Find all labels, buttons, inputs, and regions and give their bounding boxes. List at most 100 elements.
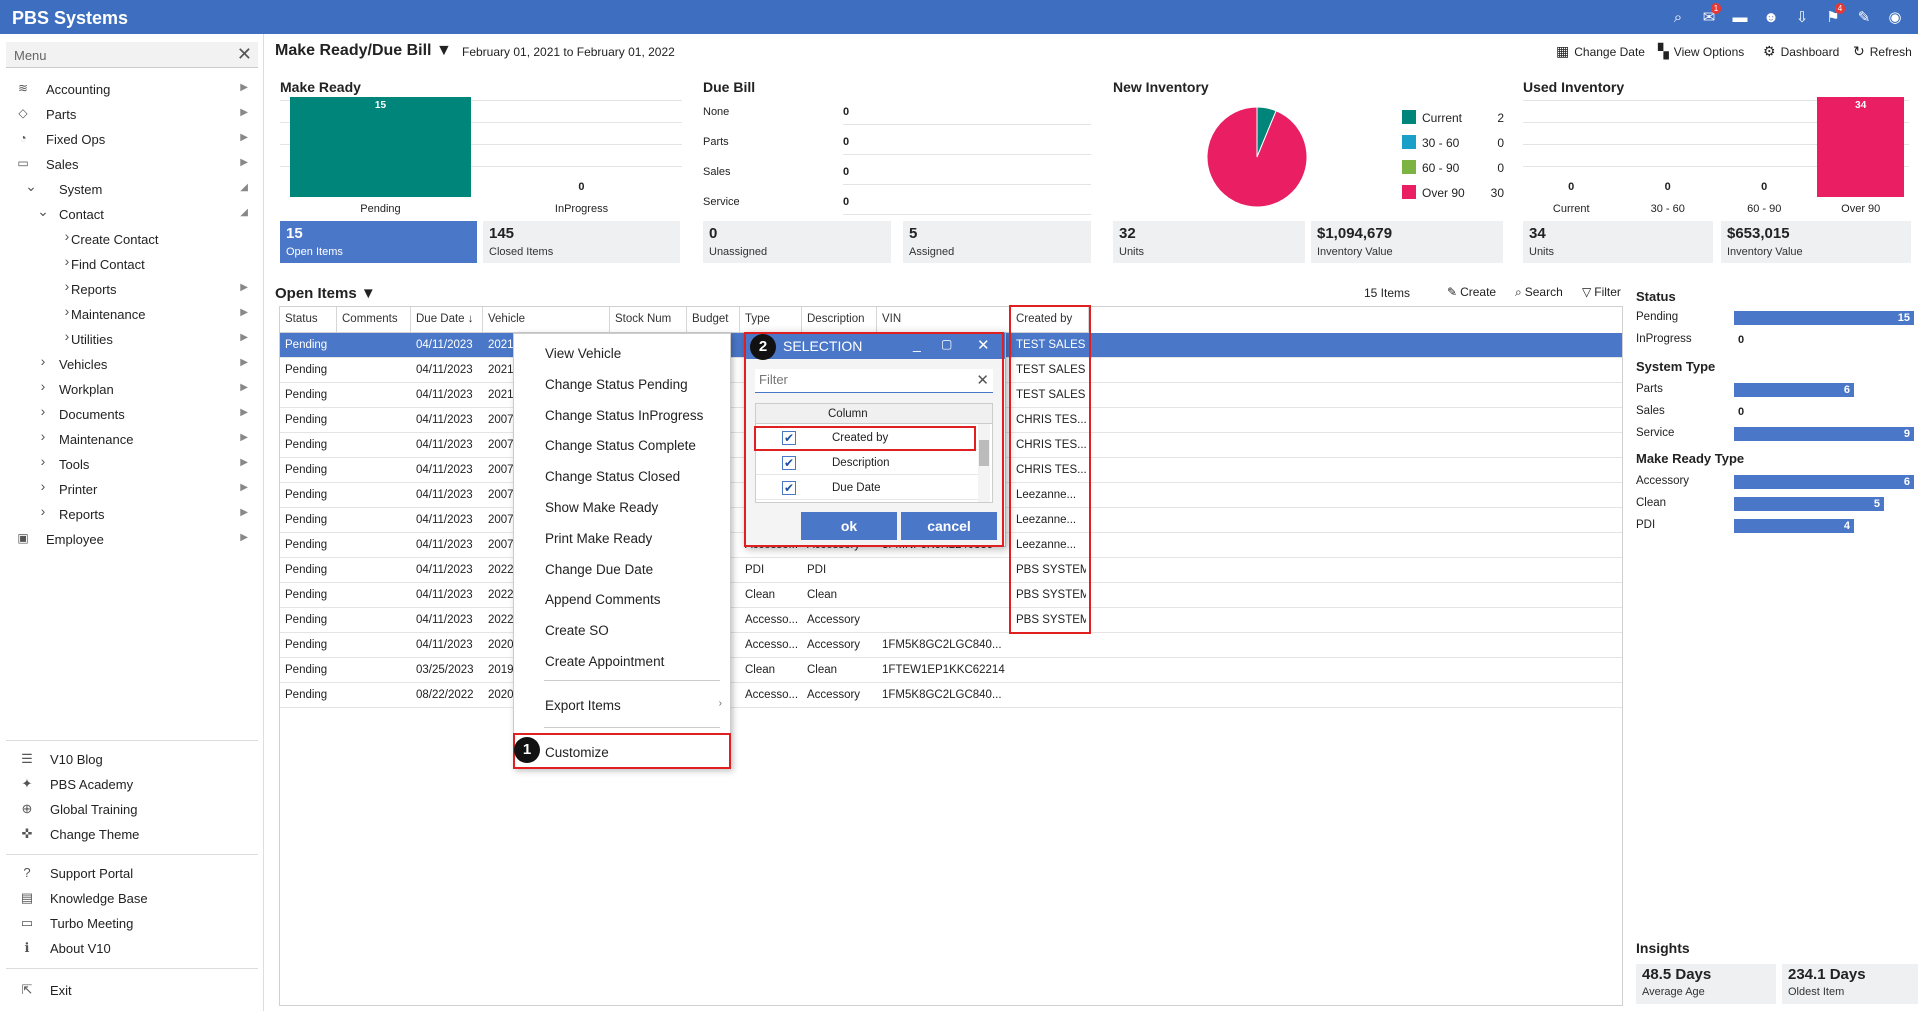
sidebar-link-knowledge-base[interactable]: ▤ Knowledge Base: [0, 886, 262, 911]
sidebar-item-accounting[interactable]: ≋ Accounting ▶: [0, 77, 262, 102]
page-title[interactable]: Make Ready/Due Bill ▼: [275, 42, 452, 60]
sidebar-link-v10-blog[interactable]: ☰ V10 Blog: [0, 747, 262, 772]
sidebar-item-vehicles[interactable]: › Vehicles ▶: [0, 352, 262, 377]
stat-box-inventory-value[interactable]: $653,015 Inventory Value: [1721, 221, 1911, 263]
table-row[interactable]: Pending 04/11/2023 2022 PDI PDI PBS SYSTEM: [280, 558, 1622, 583]
menu-item-change-status-inprogress[interactable]: Change Status InProgress: [514, 400, 730, 430]
sidebar-item-printer[interactable]: › Printer ▶: [0, 477, 262, 502]
users-icon[interactable]: ☻: [1761, 8, 1781, 28]
sidebar-link-pbs-academy[interactable]: ✦ PBS Academy: [0, 772, 262, 797]
chevron-right-icon[interactable]: ›: [34, 403, 52, 419]
open-items-action-search[interactable]: ⌕ Search: [1515, 285, 1563, 300]
close-icon[interactable]: ✕: [237, 44, 252, 65]
table-row[interactable]: Pending 04/11/2023 2022 Clean Clean PBS SYSTE…: [280, 583, 1622, 608]
column-header-type[interactable]: Type: [740, 307, 802, 333]
table-row[interactable]: Pending 08/22/2022 2020 Accesso... Accessory…: [280, 683, 1622, 708]
chevron-icon: ▶: [240, 357, 248, 368]
header-action-dashboard[interactable]: ⚙ Dashboard: [1763, 43, 1839, 60]
sidebar-item-create-contact[interactable]: › Create Contact: [0, 227, 262, 252]
menu-item-change-status-closed[interactable]: Change Status Closed: [514, 461, 730, 491]
menu-item-create-appointment[interactable]: Create Appointment: [514, 646, 730, 676]
header-action-refresh[interactable]: ↻ Refresh: [1853, 43, 1912, 60]
open-items-title[interactable]: Open Items ▼: [275, 285, 376, 302]
flag-icon[interactable]: ⚑ 4: [1823, 3, 1845, 28]
sidebar-item-contact[interactable]: ⌄ Contact ◢: [0, 202, 262, 227]
menu-item-change-status-complete[interactable]: Change Status Complete: [514, 430, 730, 460]
sidebar-item-maintenance[interactable]: › Maintenance ▶: [0, 427, 262, 452]
expand-icon[interactable]: ⌄: [34, 203, 52, 220]
chevron-right-icon[interactable]: ›: [34, 503, 52, 519]
mail-icon[interactable]: ✉ 1: [1699, 3, 1721, 28]
bar-value-label: 15: [374, 100, 387, 111]
pie-slice-over-90[interactable]: [1206, 106, 1308, 208]
stat-box-units[interactable]: 34 Units: [1523, 221, 1713, 263]
chevron-right-icon[interactable]: ›: [34, 378, 52, 394]
inbox-icon[interactable]: ⇩: [1792, 8, 1812, 28]
menu-item-show-make-ready[interactable]: Show Make Ready: [514, 492, 730, 522]
menu-item-create-so[interactable]: Create SO: [514, 615, 730, 645]
sidebar-link-global-training[interactable]: ⊕ Global Training: [0, 797, 262, 822]
sidebar-item-find-contact[interactable]: › Find Contact: [0, 252, 262, 277]
sidebar-item-parts[interactable]: ◇ Parts ▶: [0, 102, 262, 127]
sidebar-link-change-theme[interactable]: ✜ Change Theme: [0, 822, 262, 847]
sidebar-item-system[interactable]: ⌄ System ◢: [0, 177, 262, 202]
column-header-status[interactable]: Status: [280, 307, 337, 333]
stat-box-assigned[interactable]: 5 Assigned: [903, 221, 1091, 263]
column-header-due-date[interactable]: Due Date ↓: [411, 307, 483, 333]
expand-icon[interactable]: ⌄: [22, 178, 40, 195]
due-bill-value: 0: [843, 106, 850, 118]
sidebar-item-maintenance[interactable]: › Maintenance ▶: [0, 302, 262, 327]
stat-box-inventory-value[interactable]: $1,094,679 Inventory Value: [1311, 221, 1503, 263]
caret-down-icon: ▼: [360, 285, 376, 302]
column-header-stock-num[interactable]: Stock Num: [610, 307, 687, 333]
menu-item-print-make-ready[interactable]: Print Make Ready: [514, 523, 730, 553]
search-icon[interactable]: ⌕: [1668, 8, 1688, 28]
sidebar-link-support-portal[interactable]: ? Support Portal: [0, 861, 262, 886]
column-header-description[interactable]: Description: [802, 307, 877, 333]
table-row[interactable]: Pending 04/11/2023 2022 Accesso... Accessory…: [280, 608, 1622, 633]
column-header-vehicle[interactable]: Vehicle: [483, 307, 610, 333]
sidebar-item-sales[interactable]: ▭ Sales ▶: [0, 152, 262, 177]
pin-icon[interactable]: ✎: [1854, 8, 1874, 28]
sidebar-item-fixed-ops[interactable]: ◔ Fixed Ops ▶: [0, 127, 262, 152]
sidebar-item-documents[interactable]: › Documents ▶: [0, 402, 262, 427]
open-items-action-create[interactable]: ✎ Create: [1447, 285, 1496, 299]
table-row[interactable]: Pending 03/25/2023 2019 Clean Clean 1FTEW1EP1…: [280, 658, 1622, 683]
sidebar-item-reports[interactable]: › Reports ▶: [0, 277, 262, 302]
column-header-comments[interactable]: Comments: [337, 307, 411, 333]
sidebar-item-reports[interactable]: › Reports ▶: [0, 502, 262, 527]
menu-item-change-due-date[interactable]: Change Due Date: [514, 554, 730, 584]
due-bill-value: 0: [843, 136, 850, 148]
chevron-icon: ◢: [240, 207, 248, 218]
stat-box-open-items[interactable]: 15 Open Items: [280, 221, 477, 263]
chevron-right-icon[interactable]: ›: [34, 428, 52, 444]
sidebar-item-workplan[interactable]: › Workplan ▶: [0, 377, 262, 402]
menu-item-export-items[interactable]: Export Items ›: [514, 690, 730, 720]
book-icon: ▤: [20, 890, 34, 905]
sidebar-item-tools[interactable]: › Tools ▶: [0, 452, 262, 477]
sidebar-link-about-v10[interactable]: ℹ About V10: [0, 936, 262, 961]
chevron-right-icon[interactable]: ›: [34, 353, 52, 369]
chevron-right-icon[interactable]: ›: [34, 478, 52, 494]
summary-label: Service: [1636, 427, 1675, 439]
sidebar-item-label: System: [59, 182, 103, 197]
stat-box-unassigned[interactable]: 0 Unassigned: [703, 221, 891, 263]
sidebar-link-turbo-meeting[interactable]: ▭ Turbo Meeting: [0, 911, 262, 936]
open-items-action-filter[interactable]: ▽ Filter: [1582, 285, 1621, 299]
chevron-right-icon[interactable]: ›: [34, 453, 52, 469]
sidebar-item-utilities[interactable]: › Utilities ▶: [0, 327, 262, 352]
menu-item-view-vehicle[interactable]: View Vehicle: [514, 338, 730, 368]
eye-icon[interactable]: ◉: [1885, 8, 1905, 28]
table-row[interactable]: Pending 04/11/2023 2020 Accesso... Accessory…: [280, 633, 1622, 658]
stat-box-closed-items[interactable]: 145 Closed Items: [483, 221, 680, 263]
header-action-change-date[interactable]: ▦ Change Date: [1556, 43, 1645, 60]
column-header-budget[interactable]: Budget: [687, 307, 740, 333]
stat-box-units[interactable]: 32 Units: [1113, 221, 1305, 263]
menu-item-change-status-pending[interactable]: Change Status Pending: [514, 369, 730, 399]
exit-link[interactable]: ⇱ Exit: [0, 978, 262, 1003]
column-header-vin[interactable]: VIN: [877, 307, 1011, 333]
chat-icon[interactable]: ▬: [1730, 8, 1750, 28]
header-action-view-options[interactable]: ▚ View Options: [1658, 43, 1744, 60]
sidebar-item-employee[interactable]: ▣ Employee ▶: [0, 527, 262, 552]
menu-item-append-comments[interactable]: Append Comments: [514, 584, 730, 614]
